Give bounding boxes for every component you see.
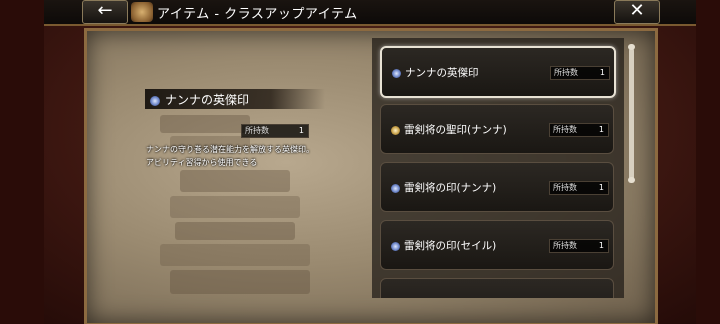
list-item-name: 雷剣将の聖印(ナンナ)	[404, 124, 507, 136]
description-line: ナンナの守り巻る潜在能力を解放する英傑印。	[146, 145, 314, 154]
close-button[interactable]: ✕	[614, 0, 660, 24]
selected-item-title: ナンナの英傑印	[150, 91, 249, 108]
list-item-quantity: 所持数 1	[549, 239, 609, 253]
blue-gem-icon	[392, 68, 401, 78]
item-category-icon	[131, 2, 153, 22]
back-arrow-icon: ←	[97, 0, 113, 21]
list-item-partial[interactable]	[380, 278, 614, 298]
quantity-value: 1	[599, 68, 605, 77]
blue-gem-icon	[391, 241, 400, 251]
close-icon: ✕	[629, 0, 645, 21]
blue-gem-icon	[150, 95, 160, 106]
list-item-name: 雷剣将の印(ナンナ)	[404, 182, 497, 194]
scroll-cap-bottom-icon	[628, 177, 635, 183]
page-title: アイテム - クラスアップアイテム	[157, 7, 358, 22]
game-screen: ← アイテム - クラスアップアイテム ✕ ナンナの英傑印 所持数 1 ナンナの…	[0, 0, 720, 324]
gold-gem-icon	[391, 125, 400, 135]
selected-item-quantity: 所持数 1	[241, 124, 309, 138]
quantity-label: 所持数	[553, 183, 577, 192]
list-item-quantity: 所持数 1	[549, 123, 609, 137]
quantity-value: 1	[598, 125, 604, 134]
quantity-value: 1	[298, 126, 304, 135]
quantity-label: 所持数	[553, 241, 577, 250]
selected-item-name: ナンナの英傑印	[165, 93, 250, 107]
list-scrollbar[interactable]	[629, 46, 634, 182]
list-item[interactable]: 雷剣将の印(ナンナ) 所持数 1	[380, 162, 614, 212]
scroll-cap-top-icon	[628, 44, 635, 50]
quantity-label: 所持数	[554, 68, 578, 77]
right-border	[696, 0, 720, 324]
list-item-quantity: 所持数 1	[549, 181, 609, 195]
back-button[interactable]: ←	[82, 0, 128, 24]
blue-gem-icon	[391, 183, 400, 193]
list-item-name: ナンナの英傑印	[405, 67, 479, 79]
quantity-label: 所持数	[553, 125, 577, 134]
list-item-quantity: 所持数 1	[550, 66, 610, 80]
item-description: ナンナの守り巻る潜在能力を解放する英傑印。 アビリティ習得から使用できる	[146, 143, 346, 169]
description-line: アビリティ習得から使用できる	[146, 158, 258, 167]
item-list[interactable]: ナンナの英傑印 所持数 1 雷剣将の聖印(ナンナ) 所持数 1 雷剣将の印(ナン…	[372, 38, 624, 298]
left-border	[0, 0, 44, 324]
quantity-value: 1	[598, 241, 604, 250]
list-item[interactable]: 雷剣将の印(セイル) 所持数 1	[380, 220, 614, 270]
list-item[interactable]: ナンナの英傑印 所持数 1	[380, 46, 616, 98]
quantity-label: 所持数	[245, 126, 269, 135]
quantity-value: 1	[598, 183, 604, 192]
list-item[interactable]: 雷剣将の聖印(ナンナ) 所持数 1	[380, 104, 614, 154]
books-illustration	[160, 115, 310, 294]
scrollbar-thumb[interactable]	[629, 48, 634, 180]
list-item-name: 雷剣将の印(セイル)	[404, 240, 497, 252]
